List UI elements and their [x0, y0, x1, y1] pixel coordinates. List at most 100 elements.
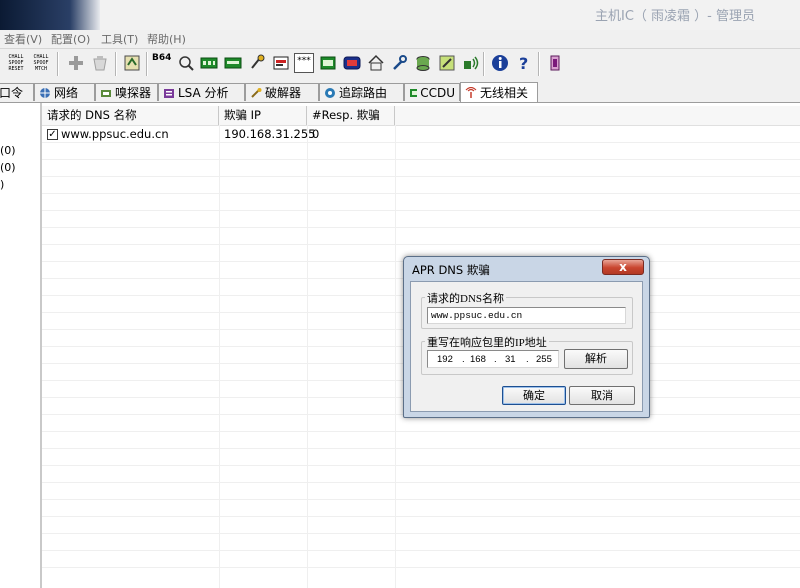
ip-dot: . [494, 354, 497, 365]
tab-label: CCDU [420, 85, 455, 100]
ip-octet-1: 192 [437, 354, 453, 365]
edit-icon[interactable] [437, 53, 457, 73]
dialog-body: 请求的DNS名称 www.ppsuc.edu.cn 重写在响应包里的IP地址 1… [410, 281, 643, 412]
toolbar-separator [57, 52, 59, 76]
grid-line [42, 431, 800, 432]
base64-button[interactable]: B64 [152, 53, 172, 73]
help-icon[interactable]: ? [514, 53, 534, 73]
tool-icon[interactable] [247, 53, 267, 73]
tree-item[interactable]: (0) [0, 144, 16, 157]
toolbar: CHALL SPOOF RESET CHALL SPOOF MTCH B64 *… [0, 49, 800, 82]
svg-text:?: ? [519, 54, 528, 73]
remove-icon[interactable] [90, 53, 110, 73]
list-header: 请求的 DNS 名称 欺骗 IP #Resp. 欺骗 [42, 106, 800, 126]
grid-line [42, 567, 800, 568]
tree-item[interactable]: ) [0, 178, 4, 191]
grid-line [42, 210, 800, 211]
ip-octet-3: 31 [505, 354, 516, 365]
sniffer-icon [101, 89, 111, 97]
ip-address-input[interactable]: 192 . 168 . 31 . 255 [427, 350, 559, 368]
network-card-icon[interactable] [199, 53, 219, 73]
dns-name-input[interactable]: www.ppsuc.edu.cn [427, 307, 626, 324]
ccdu-icon [410, 88, 418, 97]
tab-label: 嗅探器 [115, 86, 152, 100]
exit-icon[interactable] [545, 53, 565, 73]
tab-label: 破解器 [265, 86, 302, 100]
sniffer-tool-icon[interactable] [176, 53, 196, 73]
terminal-icon[interactable] [318, 53, 338, 73]
grid-line [42, 516, 800, 517]
menu-help[interactable]: 帮助(H) [147, 31, 186, 47]
grid-line [42, 550, 800, 551]
menu-config[interactable]: 配置(O) [51, 31, 90, 47]
password-dots-button[interactable]: *** [294, 53, 314, 73]
column-header-spoof-ip[interactable]: 欺骗 IP [219, 106, 307, 125]
tab-lsa-analysis[interactable]: LSA 分析 [158, 83, 245, 101]
apr-dns-spoof-dialog: APR DNS 欺骗 x 请求的DNS名称 www.ppsuc.edu.cn 重… [403, 256, 650, 418]
grid-line [42, 193, 800, 194]
window-title: 主机IC（ 雨凌霜 ）- 管理员 [595, 9, 755, 24]
tab-label: 网络 [54, 86, 79, 100]
tab-wireless[interactable]: 无线相关 [460, 82, 538, 102]
challenge-spoof-reset-button[interactable]: CHALL SPOOF RESET [6, 54, 26, 74]
hash-calculator-icon[interactable] [122, 53, 142, 73]
menu-tools[interactable]: 工具(T) [101, 31, 138, 47]
menu-bar: 查看(V) 配置(O) 工具(T) 帮助(H) [0, 30, 800, 49]
close-icon[interactable]: x [602, 259, 644, 275]
database-icon[interactable] [413, 53, 433, 73]
ip-octet-2: 168 [470, 354, 486, 365]
wireless-tool-icon[interactable] [460, 53, 480, 73]
tab-label: 口令 [0, 86, 24, 100]
tab-label: LSA 分析 [178, 86, 229, 100]
tab-network[interactable]: 网络 [34, 83, 95, 101]
add-icon[interactable] [66, 53, 86, 73]
grid-line [42, 482, 800, 483]
home-icon[interactable] [366, 53, 386, 73]
tab-sniffer[interactable]: 嗅探器 [95, 83, 158, 101]
toolbar-separator [146, 52, 148, 76]
grid-line [42, 499, 800, 500]
toolbar-separator [115, 52, 117, 76]
resolve-button[interactable]: 解析 [564, 349, 628, 369]
tab-ccdu[interactable]: CCDU [404, 83, 460, 101]
network-card-2-icon[interactable] [223, 53, 243, 73]
dialog-title: APR DNS 欺骗 [412, 263, 490, 277]
challenge-spoof-match-button[interactable]: CHALL SPOOF MTCH [31, 54, 51, 74]
column-header-dns-name[interactable]: 请求的 DNS 名称 [42, 106, 219, 125]
certificate-icon[interactable] [271, 53, 291, 73]
tab-label: 追踪路由 [339, 86, 388, 100]
ip-dot: . [526, 354, 529, 365]
tab-passwords[interactable]: 口令 [0, 83, 34, 101]
grid-line [42, 448, 800, 449]
row-checkbox[interactable]: ✓ [47, 129, 58, 140]
tree-pane: (0) (0) ) [0, 103, 42, 588]
tab-bar: 口令 网络 嗅探器 LSA 分析 破解器 追踪路由 CCDU 无线相关 [0, 81, 800, 103]
toolbar-separator [483, 52, 485, 76]
grid-line [42, 533, 800, 534]
grid-line [42, 159, 800, 160]
cell-dns-name: www.ppsuc.edu.cn [61, 127, 169, 141]
menu-view[interactable]: 查看(V) [4, 31, 42, 47]
tab-traceroute[interactable]: 追踪路由 [319, 83, 404, 101]
info-icon[interactable] [490, 53, 510, 73]
grid-line [42, 465, 800, 466]
grid-line [395, 125, 396, 588]
cell-resp-count: 0 [312, 127, 320, 141]
lsa-icon [164, 88, 174, 98]
tree-item[interactable]: (0) [0, 161, 16, 174]
grid-line [42, 244, 800, 245]
table-row[interactable]: ✓ www.ppsuc.edu.cn 190.168.31.255 0 [42, 127, 800, 142]
ip-address-group-label: 重写在响应包里的IP地址 [425, 334, 549, 350]
column-header-resp-spoof[interactable]: #Resp. 欺骗 [307, 106, 395, 125]
grid-line [307, 125, 308, 588]
monitor-icon[interactable] [342, 53, 362, 73]
ok-button[interactable]: 确定 [502, 386, 566, 405]
ip-octet-4: 255 [536, 354, 552, 365]
grid-line [219, 125, 220, 588]
wrench-icon[interactable] [390, 53, 410, 73]
grid-line [42, 142, 800, 143]
tab-cracker[interactable]: 破解器 [245, 83, 319, 101]
cracker-icon [251, 87, 262, 98]
cancel-button[interactable]: 取消 [569, 386, 635, 405]
cell-spoof-ip: 190.168.31.255 [224, 127, 316, 141]
